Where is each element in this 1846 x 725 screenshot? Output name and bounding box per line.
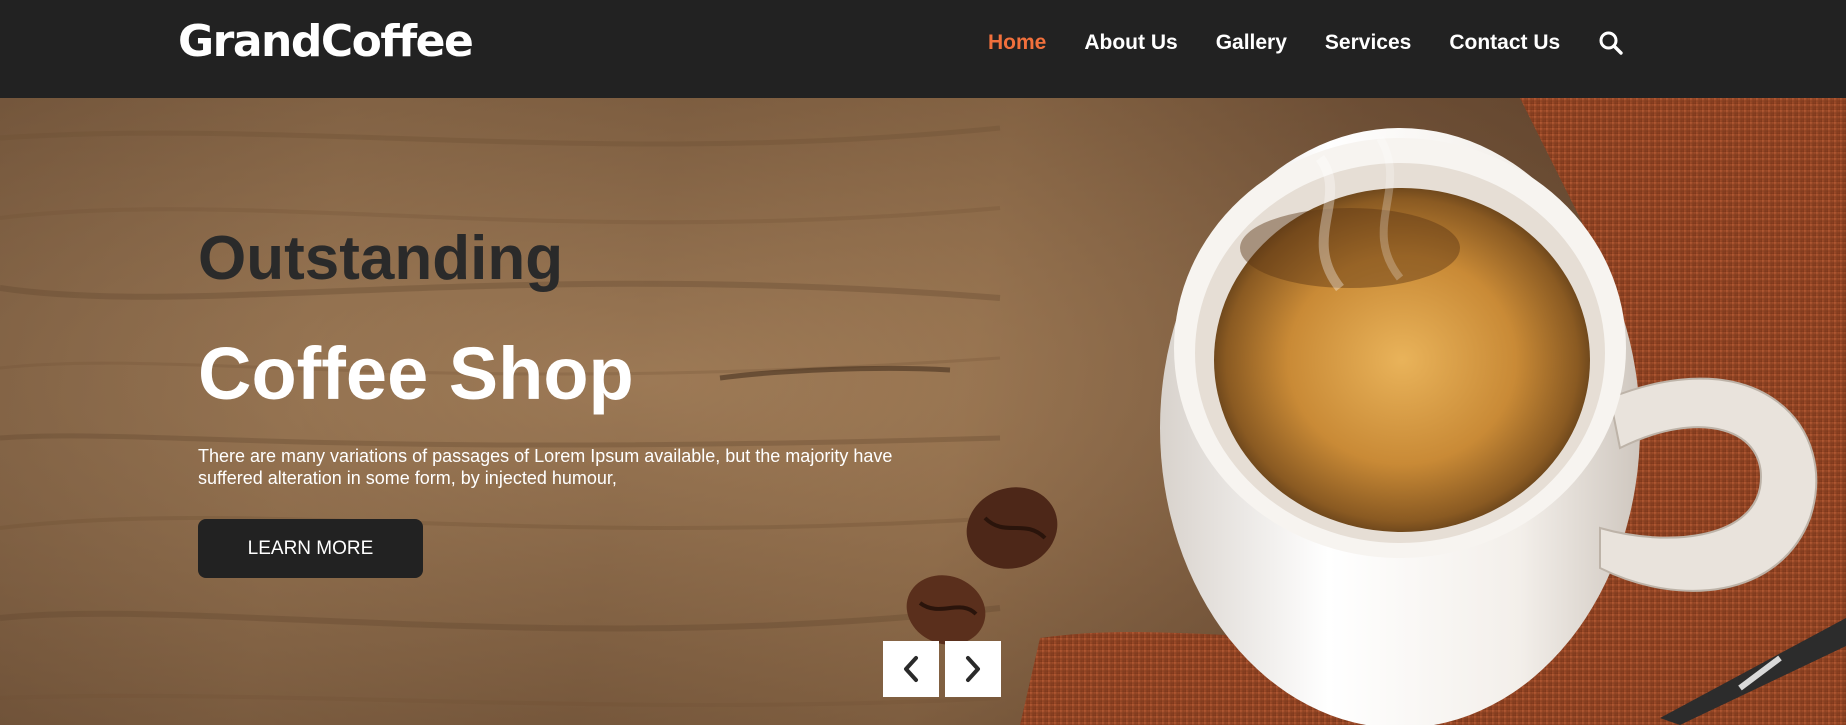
site-header: GrandCoffee Home About Us Gallery Servic… (0, 0, 1846, 98)
search-icon[interactable] (1598, 30, 1624, 56)
nav-item-contact-us[interactable]: Contact Us (1449, 31, 1560, 55)
nav-item-home[interactable]: Home (988, 31, 1046, 55)
slider-prev-button[interactable] (883, 641, 939, 697)
hero-title-line2: Coffee Shop (198, 332, 634, 415)
brand-logo[interactable]: GrandCoffee (178, 14, 474, 70)
hero-description: There are many variations of passages of… (198, 446, 893, 488)
chevron-left-icon (904, 656, 918, 682)
nav-item-gallery[interactable]: Gallery (1216, 31, 1287, 55)
hero-title-line1: Outstanding (198, 224, 564, 293)
coffee-cup-image (906, 98, 1846, 725)
chevron-right-icon (966, 656, 980, 682)
main-nav: Home About Us Gallery Services Contact U… (988, 28, 1624, 58)
slider-next-button[interactable] (945, 641, 1001, 697)
nav-item-about-us[interactable]: About Us (1084, 31, 1177, 55)
learn-more-button[interactable]: LEARN MORE (198, 519, 423, 578)
hero-slider: Outstanding Coffee Shop There are many v… (0, 98, 1846, 725)
nav-item-services[interactable]: Services (1325, 31, 1411, 55)
